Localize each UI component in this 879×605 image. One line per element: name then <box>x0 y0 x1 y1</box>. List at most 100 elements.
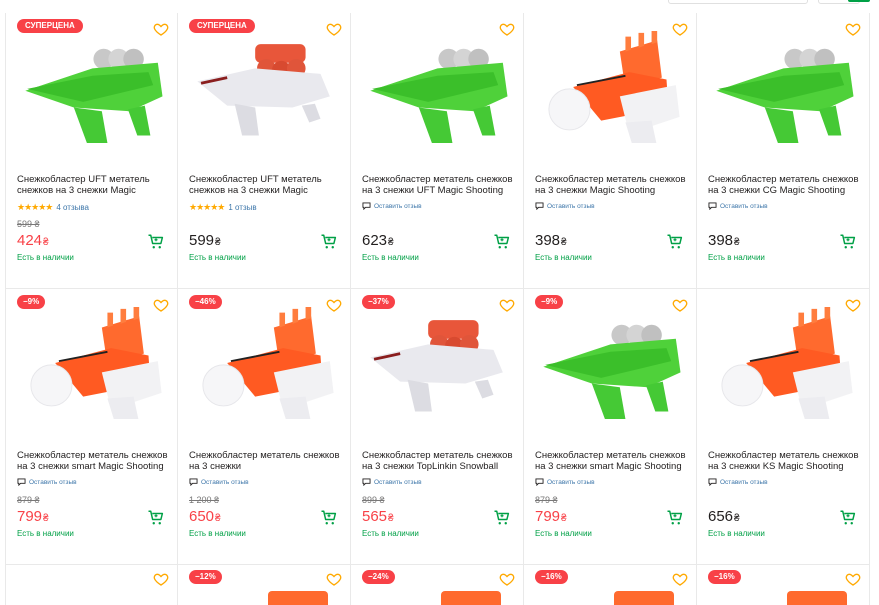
product-price: 398₴ <box>535 232 567 249</box>
leave-review-link[interactable]: Оставить отзыв <box>708 202 768 210</box>
discount-badge: −12% <box>189 570 222 584</box>
cart-icon[interactable] <box>147 233 165 251</box>
product-title[interactable]: Снежкобластер метатель снежков на 3 снеж… <box>17 450 177 472</box>
leave-review-link[interactable]: Оставить отзыв <box>535 478 595 486</box>
product-image[interactable] <box>361 307 514 419</box>
cart-icon[interactable] <box>839 509 857 527</box>
stock-status: Есть в наличии <box>362 529 419 538</box>
old-price: 1 200 ₴ <box>189 495 220 505</box>
product-image[interactable] <box>534 31 687 143</box>
product-card-partial[interactable] <box>5 565 178 605</box>
currency-symbol: ₴ <box>561 237 567 248</box>
stock-status: Есть в наличии <box>189 253 246 262</box>
heart-icon[interactable] <box>499 571 515 587</box>
comment-icon <box>708 478 717 486</box>
rating-count: 4 отзыва <box>56 202 89 212</box>
discount-badge: −24% <box>362 570 395 584</box>
product-image[interactable] <box>534 307 687 419</box>
product-card[interactable]: Снежкобластер метатель снежков на 3 снеж… <box>524 13 697 289</box>
cart-icon[interactable] <box>147 509 165 527</box>
product-title[interactable]: Снежкобластер метатель снежков на 3 снеж… <box>708 450 868 472</box>
product-image-partial[interactable] <box>787 591 847 605</box>
product-image[interactable] <box>16 31 169 143</box>
rating-stars: ★★★★★ <box>17 201 53 212</box>
old-price: 879 ₴ <box>535 495 558 505</box>
product-card-partial[interactable]: −12% <box>178 565 351 605</box>
product-card[interactable]: Снежкобластер метатель снежков на 3 снеж… <box>697 13 870 289</box>
heart-icon[interactable] <box>672 571 688 587</box>
leave-review-link[interactable]: Оставить отзыв <box>17 478 77 486</box>
product-title[interactable]: Снежкобластер метатель снежков на 3 снеж… <box>535 174 695 196</box>
product-card[interactable]: −9% Снежкобластер метатель снежков на 3 … <box>524 289 697 565</box>
product-rating[interactable]: ★★★★★ 4 отзыва <box>17 202 89 212</box>
product-price: 656₴ <box>708 508 740 525</box>
price-value: 623 <box>362 232 388 249</box>
leave-review-link[interactable]: Оставить отзыв <box>362 478 422 486</box>
discount-badge: −16% <box>535 570 568 584</box>
product-title[interactable]: Снежкобластер UFT метатель снежков на 3 … <box>17 174 177 196</box>
top-search-field[interactable] <box>668 0 808 4</box>
heart-icon[interactable] <box>326 571 342 587</box>
leave-review-link[interactable]: Оставить отзыв <box>362 202 422 210</box>
product-card-partial[interactable]: −16% <box>524 565 697 605</box>
product-image[interactable] <box>16 307 169 419</box>
currency-symbol: ₴ <box>43 513 49 524</box>
product-image[interactable] <box>361 31 514 143</box>
price-value: 799 <box>535 508 561 525</box>
cart-icon[interactable] <box>839 233 857 251</box>
heart-icon[interactable] <box>845 571 861 587</box>
product-title[interactable]: Снежкобластер метатель снежков на 3 снеж… <box>362 174 522 196</box>
price-value: 650 <box>189 508 215 525</box>
top-green-button[interactable] <box>848 0 870 2</box>
product-card[interactable]: −37% Снежкобластер метатель снежков на 3… <box>351 289 524 565</box>
cart-icon[interactable] <box>666 233 684 251</box>
cart-icon[interactable] <box>666 509 684 527</box>
product-title[interactable]: Снежкобластер метатель снежков на 3 снеж… <box>708 174 868 196</box>
comment-icon <box>362 202 371 210</box>
product-image[interactable] <box>188 307 341 419</box>
stock-status: Есть в наличии <box>189 529 246 538</box>
price-value: 565 <box>362 508 388 525</box>
currency-symbol: ₴ <box>561 513 567 524</box>
product-price: 565₴ <box>362 508 394 525</box>
product-card[interactable]: Снежкобластер метатель снежков на 3 снеж… <box>697 289 870 565</box>
product-image[interactable] <box>707 307 860 419</box>
product-title[interactable]: Снежкобластер метатель снежков на 3 снеж… <box>362 450 522 472</box>
stock-status: Есть в наличии <box>362 253 419 262</box>
product-image[interactable] <box>707 31 860 143</box>
leave-review-link[interactable]: Оставить отзыв <box>535 202 595 210</box>
leave-review-link[interactable]: Оставить отзыв <box>189 478 249 486</box>
product-image-partial[interactable] <box>614 591 674 605</box>
product-card[interactable]: −46% Снежкобластер метатель снежков на 3… <box>178 289 351 565</box>
product-card[interactable]: СУПЕРЦЕНА Снежкобластер UFT метатель сне… <box>178 13 351 289</box>
product-title[interactable]: Снежкобластер UFT метатель снежков на 3 … <box>189 174 349 196</box>
product-card[interactable]: −9% Снежкобластер метатель снежков на 3 … <box>5 289 178 565</box>
stock-status: Есть в наличии <box>535 253 592 262</box>
product-image[interactable] <box>188 31 341 143</box>
leave-review-link[interactable]: Оставить отзыв <box>708 478 768 486</box>
top-toolbar <box>0 0 879 4</box>
price-value: 398 <box>708 232 734 249</box>
cart-icon[interactable] <box>493 509 511 527</box>
currency-symbol: ₴ <box>215 513 221 524</box>
comment-icon <box>189 478 198 486</box>
product-rating[interactable]: ★★★★★ 1 отзыв <box>189 202 257 212</box>
leave-review-label: Оставить отзыв <box>374 202 422 210</box>
heart-icon[interactable] <box>153 571 169 587</box>
product-title[interactable]: Снежкобластер метатель снежков на 3 снеж… <box>189 450 349 472</box>
stock-status: Есть в наличии <box>17 529 74 538</box>
product-card-partial[interactable]: −16% <box>697 565 870 605</box>
product-image-partial[interactable] <box>441 591 501 605</box>
currency-symbol: ₴ <box>388 237 394 248</box>
product-card[interactable]: Снежкобластер метатель снежков на 3 снеж… <box>351 13 524 289</box>
leave-review-label: Оставить отзыв <box>547 478 595 486</box>
product-image-partial[interactable] <box>268 591 328 605</box>
product-card[interactable]: СУПЕРЦЕНА Снежкобластер UFT метатель сне… <box>5 13 178 289</box>
price-value: 398 <box>535 232 561 249</box>
cart-icon[interactable] <box>320 509 338 527</box>
product-card-partial[interactable]: −24% <box>351 565 524 605</box>
product-price: 650₴ <box>189 508 221 525</box>
cart-icon[interactable] <box>493 233 511 251</box>
product-title[interactable]: Снежкобластер метатель снежков на 3 снеж… <box>535 450 695 472</box>
cart-icon[interactable] <box>320 233 338 251</box>
